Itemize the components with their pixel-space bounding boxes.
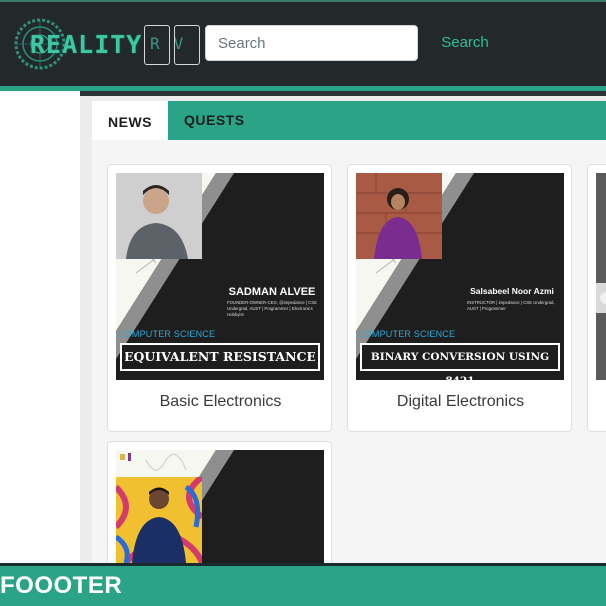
instructor-name: Salsabeel Noor Azmi <box>470 286 554 296</box>
instructor-photo <box>116 477 202 563</box>
course-thumbnail: SADMAN ALVEE FOUNDER-OWNER-CEO, @impedan… <box>116 173 324 380</box>
tab-news[interactable]: NEWS <box>92 101 168 140</box>
course-card[interactable] <box>107 441 332 563</box>
search-button[interactable]: Search <box>426 25 504 61</box>
navbar-toggle-right[interactable] <box>174 25 200 65</box>
instructor-photo <box>356 173 442 259</box>
course-thumbnail <box>116 450 324 563</box>
footer-text: FOOOTER <box>0 572 123 599</box>
left-sidebar <box>0 91 80 563</box>
instructor-name: SADMAN ALVEE <box>228 286 316 298</box>
page-footer: FOOOTER <box>0 563 606 606</box>
instructor-role: INSTRUCTOR | impedance | CSE Undergrad, … <box>467 300 555 311</box>
tab-bar: NEWS QUESTS <box>92 101 606 140</box>
news-feed: SADMAN ALVEE FOUNDER-OWNER-CEO, @impedan… <box>92 140 606 563</box>
course-thumbnail: Salsabeel Noor Azmi INSTRUCTOR | impedan… <box>356 173 564 380</box>
course-category: COMPUTER SCIENCE <box>118 329 216 339</box>
search-input[interactable] <box>205 25 418 61</box>
course-thumbnail <box>596 173 606 380</box>
instructor-role: FOUNDER-OWNER-CEO, @impedance | CSE Unde… <box>227 300 317 317</box>
course-category: COMPUTER SCIENCE <box>358 329 456 339</box>
course-card[interactable] <box>587 164 606 432</box>
instructor-photo <box>116 173 202 259</box>
brand-logo-text[interactable]: REALITY <box>30 30 142 59</box>
card-title[interactable]: Digital Electronics <box>348 393 573 411</box>
main-panel: NEWS QUESTS SADMAN ALVEE FOUNDER-OWNER-C… <box>80 91 606 563</box>
course-topic: BINARY CONVERSION USING 8421 <box>360 343 560 380</box>
course-topic: EQUIVALENT RESISTANCE <box>120 343 320 371</box>
navbar-toggle-left[interactable] <box>144 25 170 65</box>
card-title[interactable]: Basic Electronics <box>108 393 333 411</box>
course-card[interactable]: SADMAN ALVEE FOUNDER-OWNER-CEO, @impedan… <box>107 164 332 432</box>
top-navbar: REALITY RV Search <box>0 0 606 86</box>
course-card[interactable]: Salsabeel Noor Azmi INSTRUCTOR | impedan… <box>347 164 572 432</box>
tab-quests[interactable]: QUESTS <box>184 101 245 140</box>
